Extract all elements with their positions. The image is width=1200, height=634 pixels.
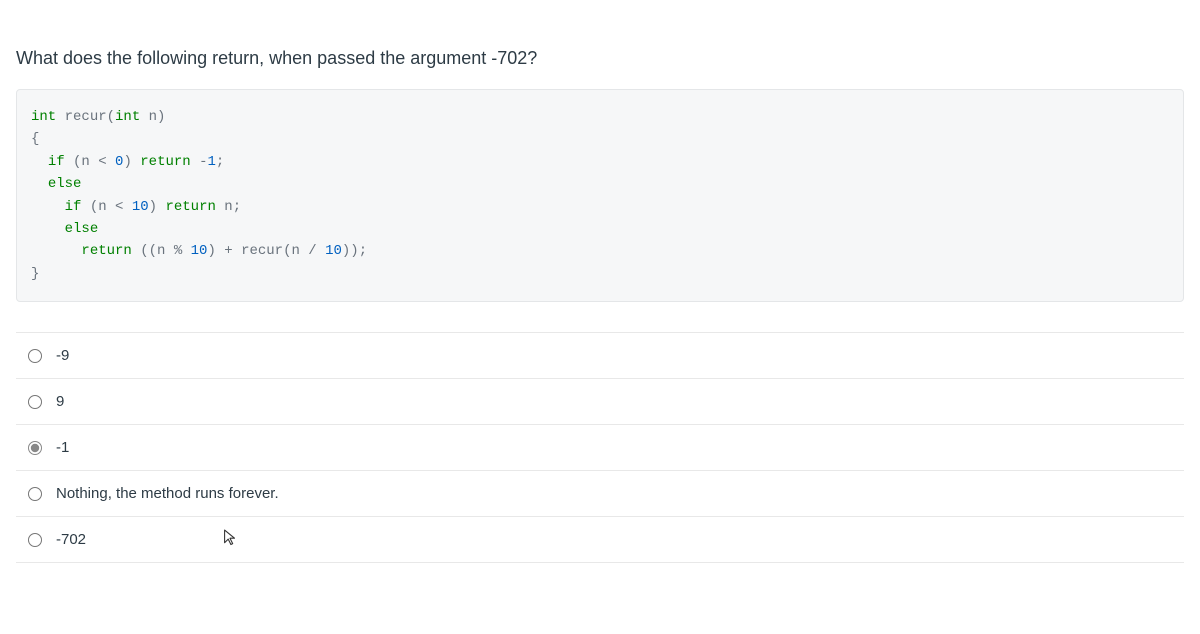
answer-option-c[interactable]: -1 bbox=[16, 425, 1184, 471]
answer-option-e[interactable]: -702 bbox=[16, 517, 1184, 563]
answer-label: -702 bbox=[56, 531, 86, 548]
answer-label: -1 bbox=[56, 439, 69, 456]
answer-option-b[interactable]: 9 bbox=[16, 379, 1184, 425]
code-token: ; bbox=[216, 154, 224, 170]
code-token: if bbox=[65, 199, 82, 215]
answer-list: -9 9 -1 Nothing, the method runs forever… bbox=[16, 332, 1184, 563]
question-text: What does the following return, when pas… bbox=[16, 48, 1184, 69]
code-token: return bbox=[165, 199, 215, 215]
code-token: 10 bbox=[191, 243, 208, 259]
code-token bbox=[31, 199, 65, 215]
radio-c[interactable] bbox=[28, 441, 42, 455]
answer-label: -9 bbox=[56, 347, 69, 364]
code-token: ) bbox=[149, 199, 166, 215]
answer-option-d[interactable]: Nothing, the method runs forever. bbox=[16, 471, 1184, 517]
code-token: ) bbox=[123, 154, 140, 170]
code-token: 1 bbox=[208, 154, 216, 170]
code-token: )); bbox=[342, 243, 367, 259]
code-token bbox=[31, 243, 81, 259]
code-token bbox=[31, 154, 48, 170]
cursor-icon bbox=[221, 528, 239, 546]
code-token: if bbox=[48, 154, 65, 170]
code-token: ((n % bbox=[132, 243, 191, 259]
code-token: 10 bbox=[132, 199, 149, 215]
code-token: (n < bbox=[65, 154, 115, 170]
code-token bbox=[31, 176, 48, 192]
code-token: n; bbox=[216, 199, 241, 215]
radio-e[interactable] bbox=[28, 533, 42, 547]
code-token: else bbox=[48, 176, 82, 192]
code-token bbox=[31, 221, 65, 237]
radio-d[interactable] bbox=[28, 487, 42, 501]
quiz-page: What does the following return, when pas… bbox=[0, 0, 1200, 579]
answer-option-a[interactable]: -9 bbox=[16, 333, 1184, 379]
code-token: - bbox=[191, 154, 208, 170]
code-token: (n < bbox=[81, 199, 131, 215]
answer-label: 9 bbox=[56, 393, 64, 410]
radio-a[interactable] bbox=[28, 349, 42, 363]
code-token: else bbox=[65, 221, 99, 237]
code-token: n) bbox=[140, 109, 165, 125]
code-token: 10 bbox=[325, 243, 342, 259]
code-token: int bbox=[115, 109, 140, 125]
code-token: } bbox=[31, 266, 39, 282]
answer-label: Nothing, the method runs forever. bbox=[56, 485, 279, 502]
code-token: int bbox=[31, 109, 56, 125]
code-token: { bbox=[31, 131, 39, 147]
code-token: recur( bbox=[56, 109, 115, 125]
radio-b[interactable] bbox=[28, 395, 42, 409]
code-token: ) + recur(n / bbox=[207, 243, 325, 259]
code-token: return bbox=[140, 154, 190, 170]
code-token: return bbox=[81, 243, 131, 259]
code-block: int recur(int n) { if (n < 0) return -1;… bbox=[16, 89, 1184, 302]
